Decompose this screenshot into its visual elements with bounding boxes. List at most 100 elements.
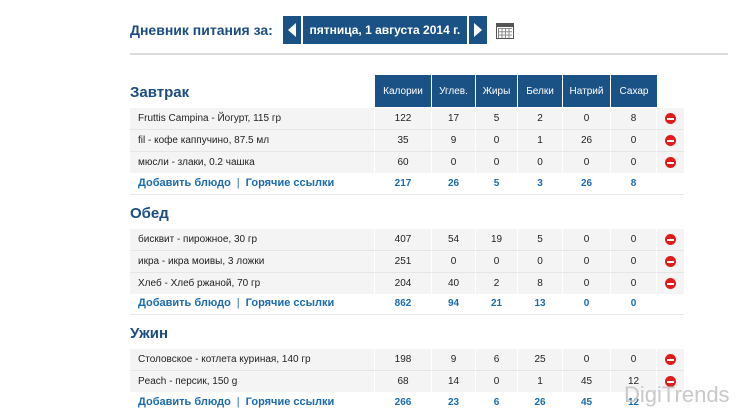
sodium-value: 0 xyxy=(583,256,590,267)
fat-total: 6 xyxy=(493,397,500,408)
food-name[interactable]: мюсли - злаки, 0.2 чашка xyxy=(138,152,255,173)
delete-icon[interactable] xyxy=(665,234,676,245)
carbs-value: 0 xyxy=(450,256,457,267)
meal-links: Добавить блюдо | Горячие ссылки xyxy=(138,177,335,189)
food-row: fil - кофе каппучино, 87.5 мл 35 9 0 1 2… xyxy=(130,130,684,151)
sugar-total: 0 xyxy=(630,298,637,309)
food-row: икра - икра моивы, 3 ложки 251 0 0 0 0 0 xyxy=(130,251,684,272)
food-name[interactable]: Столовское - котлета куриная, 140 гр xyxy=(138,349,311,370)
fat-value: 0 xyxy=(493,376,500,387)
protein-total: 26 xyxy=(534,397,546,408)
sugar-value: 0 xyxy=(630,135,637,146)
protein-value: 0 xyxy=(537,157,543,168)
carbs-value: 9 xyxy=(450,354,457,365)
carbs-total: 23 xyxy=(447,397,460,408)
calories-value: 60 xyxy=(397,157,409,168)
column-header-protein: Белки xyxy=(518,75,563,107)
food-row: мюсли - злаки, 0.2 чашка 60 0 0 0 0 0 xyxy=(130,152,684,173)
fat-value: 6 xyxy=(493,354,500,365)
fat-value: 2 xyxy=(493,278,500,289)
sugar-value: 0 xyxy=(630,354,637,365)
fat-value: 0 xyxy=(493,256,500,267)
carbs-value: 54 xyxy=(447,234,460,245)
sodium-value: 0 xyxy=(583,278,590,289)
fat-value: 19 xyxy=(490,234,503,245)
add-food-link[interactable]: Добавить блюдо xyxy=(138,177,231,189)
sugar-value: 0 xyxy=(630,157,637,168)
calories-total: 862 xyxy=(394,298,412,309)
carbs-value: 0 xyxy=(450,157,457,168)
watermark: DigiTrends xyxy=(624,382,730,407)
protein-value: 1 xyxy=(537,135,543,146)
carbs-total: 94 xyxy=(447,298,460,309)
food-name[interactable]: Хлеб - Хлеб ржаной, 70 гр xyxy=(138,273,260,294)
protein-value: 25 xyxy=(534,354,546,365)
totals-row: Добавить блюдо | Горячие ссылки 862 94 21 … xyxy=(130,293,684,314)
sodium-total: 0 xyxy=(583,298,590,309)
meal-title-lunch: Обед xyxy=(130,205,169,222)
food-name[interactable]: икра - икра моивы, 3 ложки xyxy=(138,251,264,272)
carbs-value: 17 xyxy=(447,113,460,124)
diary-header: Дневник питания за: пятница, 1 августа 2… xyxy=(130,16,515,44)
food-name[interactable]: Peach - персик, 150 g xyxy=(138,371,237,392)
food-row: Peach - персик, 150 g 68 14 0 1 45 12 xyxy=(130,371,684,392)
food-name[interactable]: бисквит - пирожное, 30 гр xyxy=(138,229,257,250)
food-name[interactable]: fil - кофе каппучино, 87.5 мл xyxy=(138,130,269,151)
calories-value: 407 xyxy=(394,234,412,245)
diary-label: Дневник питания за: xyxy=(130,22,273,38)
add-food-link[interactable]: Добавить блюдо xyxy=(138,297,231,309)
food-row: Столовское - котлета куриная, 140 гр 198… xyxy=(130,349,684,370)
carbs-value: 14 xyxy=(447,376,460,387)
totals-row: Добавить блюдо | Горячие ссылки 266 23 6 2… xyxy=(130,392,684,413)
calendar-icon[interactable] xyxy=(495,20,515,40)
calories-value: 198 xyxy=(394,354,412,365)
fat-total: 5 xyxy=(493,178,500,189)
chevron-left-icon xyxy=(287,23,296,37)
sodium-total: 26 xyxy=(580,178,593,189)
chevron-right-icon xyxy=(473,23,482,37)
protein-value: 1 xyxy=(537,376,543,387)
date-navigator: пятница, 1 августа 2014 г. xyxy=(282,16,515,44)
carbs-value: 40 xyxy=(447,278,460,289)
sugar-value: 0 xyxy=(630,234,637,245)
food-row: Fruttis Campina - Йогурт, 115 гр 122 17 … xyxy=(130,108,684,129)
protein-value: 5 xyxy=(537,234,543,245)
column-header-fat: Жиры xyxy=(476,75,518,107)
current-date[interactable]: пятница, 1 августа 2014 г. xyxy=(302,16,467,44)
meal-links: Добавить блюдо | Горячие ссылки xyxy=(138,396,335,408)
protein-total: 13 xyxy=(534,298,546,309)
hotlinks-link[interactable]: Горячие ссылки xyxy=(246,396,335,408)
meal-links: Добавить блюдо | Горячие ссылки xyxy=(138,297,335,309)
protein-value: 8 xyxy=(537,278,543,289)
delete-icon[interactable] xyxy=(665,135,676,146)
add-food-link[interactable]: Добавить блюдо xyxy=(138,396,231,408)
hotlinks-link[interactable]: Горячие ссылки xyxy=(246,177,335,189)
sodium-value: 0 xyxy=(583,234,590,245)
food-name[interactable]: Fruttis Campina - Йогурт, 115 гр xyxy=(138,108,281,129)
next-day-button[interactable] xyxy=(468,16,487,44)
sugar-value: 8 xyxy=(630,113,637,124)
calories-total: 217 xyxy=(394,178,412,189)
delete-icon[interactable] xyxy=(665,157,676,168)
hotlinks-link[interactable]: Горячие ссылки xyxy=(246,297,335,309)
protein-value: 0 xyxy=(537,256,543,267)
fat-total: 21 xyxy=(490,298,503,309)
fat-value: 5 xyxy=(493,113,500,124)
column-header-calories: Калории xyxy=(375,75,432,107)
carbs-value: 9 xyxy=(450,135,457,146)
calories-value: 122 xyxy=(394,113,412,124)
meal-title-breakfast: Завтрак xyxy=(130,84,190,101)
carbs-total: 26 xyxy=(447,178,460,189)
delete-icon[interactable] xyxy=(665,113,676,124)
delete-icon[interactable] xyxy=(665,256,676,267)
delete-icon[interactable] xyxy=(665,278,676,289)
sodium-value: 26 xyxy=(580,135,593,146)
column-header-carbs: Углев. xyxy=(432,75,476,107)
food-row: Хлеб - Хлеб ржаной, 70 гр 204 40 2 8 0 0 xyxy=(130,273,684,294)
sodium-value: 45 xyxy=(580,376,593,387)
delete-icon[interactable] xyxy=(665,354,676,365)
header-divider xyxy=(130,53,728,55)
sodium-value: 0 xyxy=(583,157,590,168)
calories-value: 68 xyxy=(397,376,409,387)
prev-day-button[interactable] xyxy=(282,16,301,44)
